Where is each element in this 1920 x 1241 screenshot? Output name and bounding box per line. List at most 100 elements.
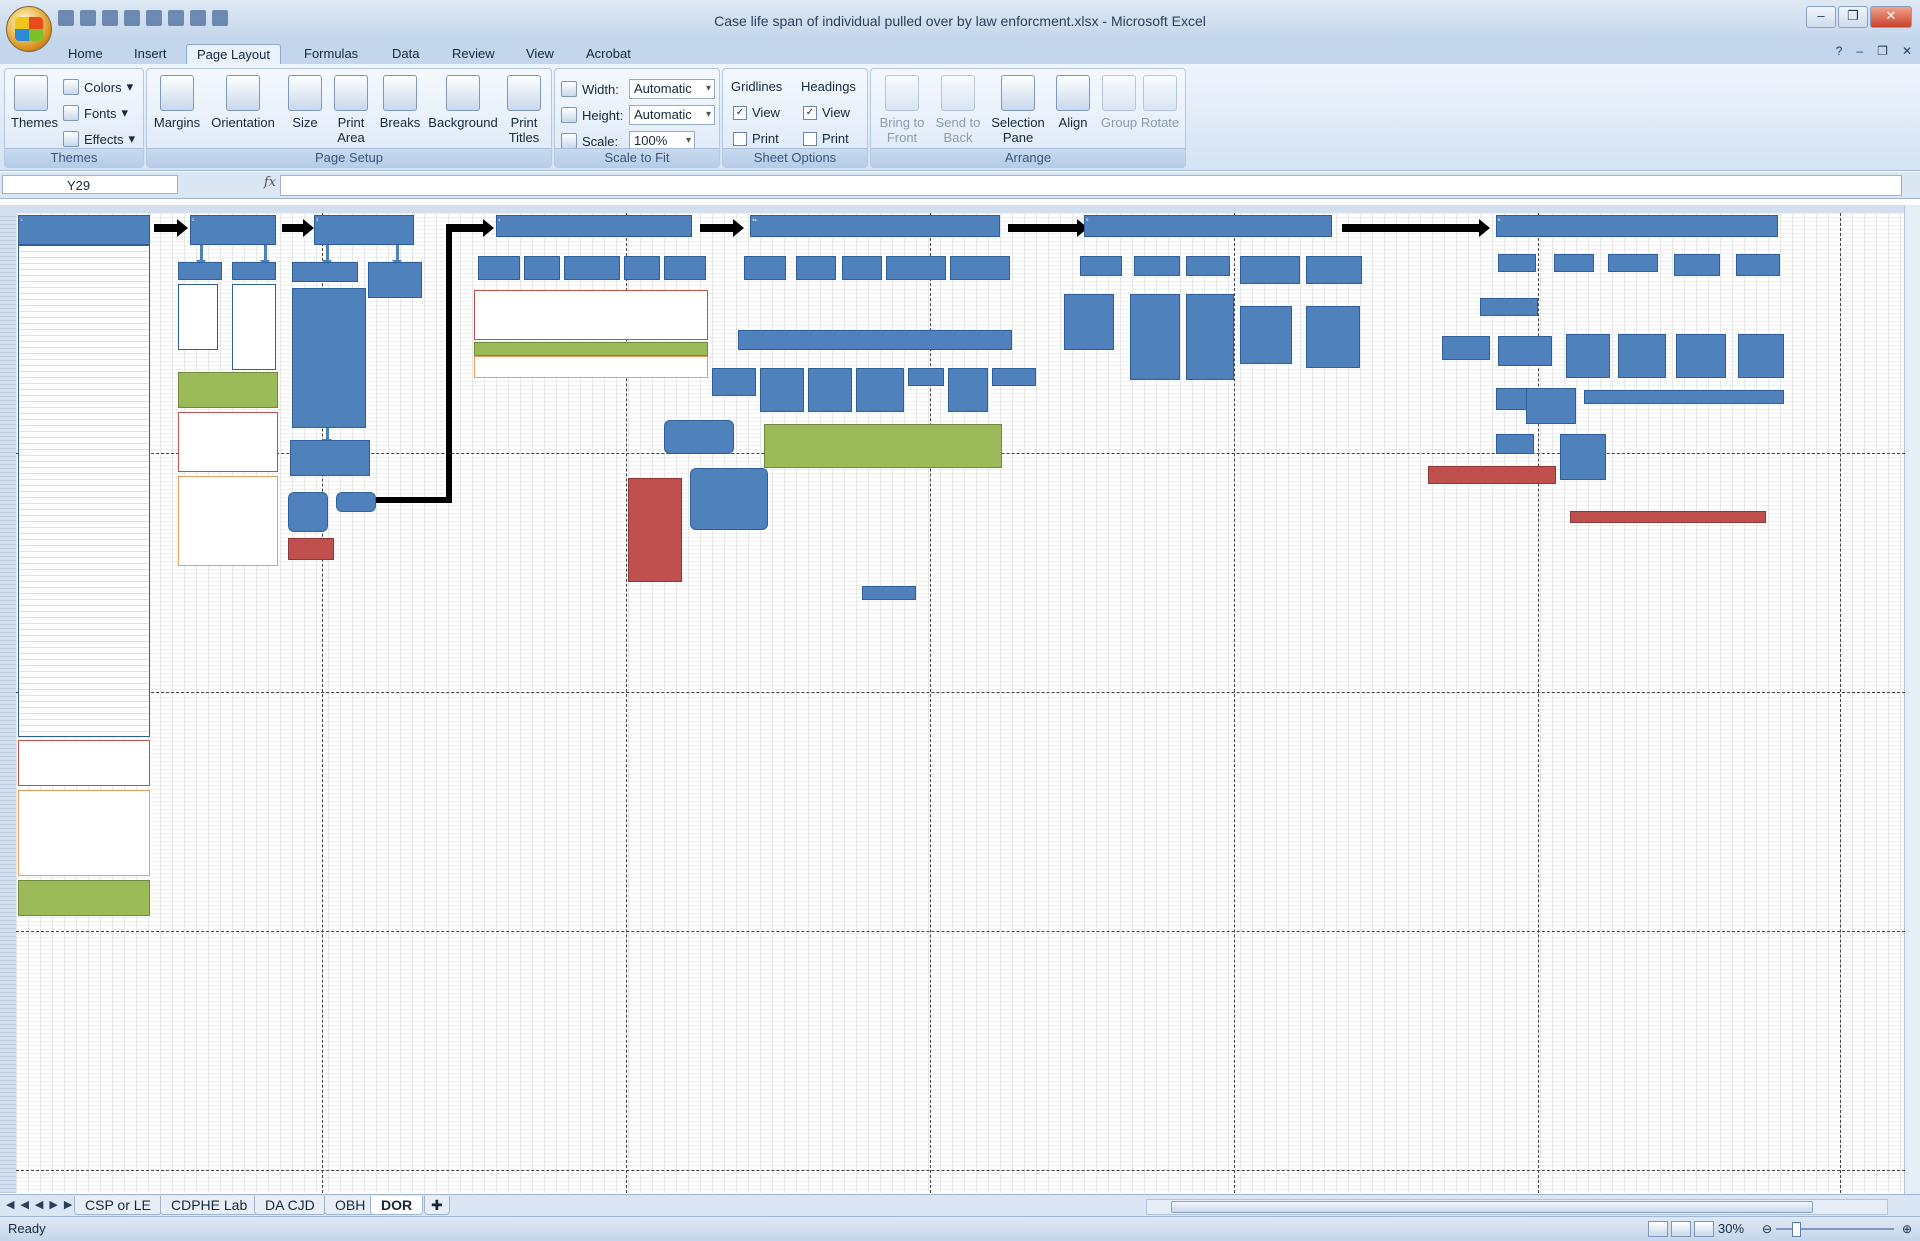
tab-acrobat[interactable]: Acrobat xyxy=(576,44,641,66)
step-2-data-box[interactable] xyxy=(178,372,278,408)
zoom-in-icon[interactable]: ⊕ xyxy=(1902,1222,1912,1236)
step-1-policy-box[interactable] xyxy=(18,790,150,876)
flow-step-6-header[interactable]: 6. xyxy=(1496,215,1778,237)
flow-box[interactable] xyxy=(1566,334,1610,378)
flow-box[interactable] xyxy=(948,368,988,412)
restore-button[interactable]: ❐ xyxy=(1838,6,1868,28)
flow-box[interactable] xyxy=(624,256,660,280)
tab-insert[interactable]: Insert xyxy=(124,44,177,66)
zoom-knob[interactable] xyxy=(1792,1222,1801,1237)
flow-box[interactable] xyxy=(1306,306,1360,368)
flow-box[interactable] xyxy=(1186,294,1234,380)
zoom-out-icon[interactable]: ⊖ xyxy=(1762,1222,1772,1236)
rotate-button[interactable]: Rotate xyxy=(1137,75,1183,130)
step-1-data-box[interactable] xyxy=(18,880,150,916)
flow-box[interactable] xyxy=(232,262,276,280)
row-headers[interactable] xyxy=(0,213,16,1193)
flow-step-1-header[interactable]: 1. xyxy=(18,215,150,245)
name-box[interactable]: Y29 xyxy=(2,175,178,194)
flow-box[interactable] xyxy=(1080,256,1122,276)
flow-box[interactable] xyxy=(1240,256,1300,284)
step-2-policy-box[interactable] xyxy=(178,476,278,566)
width-dropdown[interactable]: Automatic xyxy=(629,79,715,99)
sheet-nav-arrows[interactable]: ◀◀◀▶▶ xyxy=(6,1198,78,1211)
horizontal-scrollbar[interactable] xyxy=(1146,1199,1888,1215)
step-3-red-box[interactable] xyxy=(288,538,334,560)
breaks-button[interactable]: Breaks xyxy=(375,75,425,130)
normal-view-icon[interactable] xyxy=(1648,1221,1668,1237)
flow-box[interactable] xyxy=(1736,254,1780,276)
print-area-button[interactable]: Print Area xyxy=(327,75,375,145)
workbook-restore-icon[interactable]: ❐ xyxy=(1877,44,1888,58)
group-button[interactable]: Group xyxy=(1097,75,1141,130)
flow-box[interactable] xyxy=(1442,336,1490,360)
fonts-button[interactable]: Fonts ▾ xyxy=(63,105,128,121)
flow-box[interactable] xyxy=(1554,254,1594,272)
flow-box[interactable] xyxy=(1560,434,1606,480)
height-dropdown[interactable]: Automatic xyxy=(629,105,715,125)
sheet-tab-csp-or-le[interactable]: CSP or LE xyxy=(74,1196,162,1215)
flow-box[interactable] xyxy=(1186,256,1230,276)
formula-input[interactable] xyxy=(280,175,1902,196)
flow-box[interactable] xyxy=(1618,334,1666,378)
step-4a-data-box[interactable] xyxy=(764,424,1002,468)
step-3-detail-box[interactable] xyxy=(292,288,366,428)
flow-box[interactable] xyxy=(1498,254,1536,272)
flow-box[interactable] xyxy=(1240,306,1292,364)
flow-box[interactable] xyxy=(1480,298,1538,316)
tab-formulas[interactable]: Formulas xyxy=(294,44,368,66)
flow-box[interactable] xyxy=(796,256,836,280)
flow-box-wide[interactable] xyxy=(738,330,1012,350)
flow-step-5-header[interactable]: 5. xyxy=(1084,215,1332,237)
flow-step-3-header[interactable]: 3. xyxy=(314,215,414,245)
headings-print-checkbox[interactable]: Print xyxy=(803,131,849,146)
tab-home[interactable]: Home xyxy=(58,44,113,66)
flow-box[interactable] xyxy=(856,368,904,412)
orientation-button[interactable]: Orientation xyxy=(205,75,281,130)
flow-box[interactable] xyxy=(478,256,520,280)
step-1-note-box[interactable] xyxy=(18,740,150,786)
insert-function-icon[interactable]: fx xyxy=(186,175,276,194)
sheet-tab-dor[interactable]: DOR xyxy=(370,1196,424,1215)
page-break-preview-icon[interactable] xyxy=(1694,1221,1714,1237)
flow-box[interactable] xyxy=(290,440,370,476)
flow-box[interactable] xyxy=(1064,294,1114,350)
flow-box[interactable] xyxy=(1306,256,1362,284)
step-6-red-box[interactable] xyxy=(1570,511,1766,523)
vertical-scrollbar[interactable] xyxy=(1904,205,1920,1195)
help-icon[interactable]: ? xyxy=(1836,44,1843,58)
flow-box[interactable] xyxy=(712,368,756,396)
step-4-data-box[interactable] xyxy=(474,342,708,356)
flow-step-4-header[interactable]: 4. xyxy=(496,215,692,237)
sheet-tab-da-cjd[interactable]: DA CJD xyxy=(254,1196,326,1215)
flow-box[interactable] xyxy=(1498,336,1552,366)
workbook-close-icon[interactable]: ✕ xyxy=(1902,44,1912,58)
flow-box[interactable] xyxy=(1134,256,1180,276)
flow-box[interactable] xyxy=(292,262,358,282)
flow-box[interactable] xyxy=(744,256,786,280)
flow-box[interactable] xyxy=(690,468,768,530)
flow-step-4a-header[interactable]: 4a. xyxy=(750,215,1000,237)
flow-box[interactable] xyxy=(1130,294,1180,380)
workbook-minimize-icon[interactable]: – xyxy=(1856,44,1863,58)
office-button[interactable] xyxy=(6,6,52,52)
flow-box[interactable] xyxy=(524,256,560,280)
flow-box[interactable] xyxy=(664,420,734,454)
flow-box[interactable] xyxy=(1526,388,1576,424)
step-2-note[interactable] xyxy=(178,284,218,350)
align-button[interactable]: Align xyxy=(1051,75,1095,130)
flow-box[interactable] xyxy=(862,586,916,600)
flow-box[interactable] xyxy=(992,368,1036,386)
send-to-back-button[interactable]: Send to Back xyxy=(931,75,985,145)
flow-box-wide[interactable] xyxy=(1584,390,1784,404)
print-titles-button[interactable]: Print Titles xyxy=(501,75,547,145)
flow-box[interactable] xyxy=(1738,334,1784,378)
insert-sheet-icon[interactable]: ✚ xyxy=(424,1196,450,1215)
step-4-policy-box[interactable] xyxy=(474,356,708,378)
step-2-red-note[interactable] xyxy=(178,412,278,472)
flow-box[interactable] xyxy=(886,256,946,280)
themes-button[interactable]: Themes xyxy=(11,75,58,130)
bring-to-front-button[interactable]: Bring to Front xyxy=(875,75,929,145)
flow-box[interactable] xyxy=(288,492,328,532)
size-button[interactable]: Size xyxy=(281,75,329,130)
